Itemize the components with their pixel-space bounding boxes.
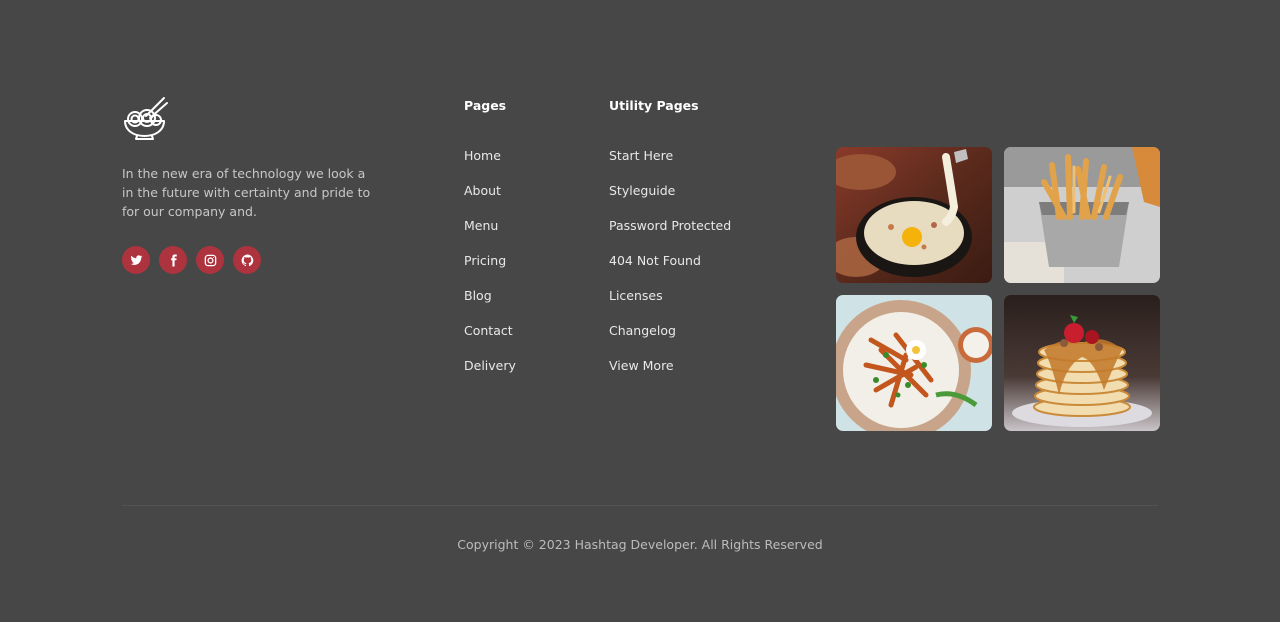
pages-heading: Pages — [464, 98, 507, 113]
instagram-icon — [204, 254, 216, 266]
utility-link-404[interactable]: 404 Not Found — [609, 251, 779, 286]
site-footer: In the new era of technology we look a i… — [0, 0, 1280, 622]
utility-pages-list: Start Here Styleguide Password Protected… — [609, 146, 779, 391]
sweet-potato-fries-plate-photo[interactable] — [836, 295, 992, 431]
food-gallery — [836, 147, 1160, 432]
instagram-button[interactable] — [196, 246, 224, 274]
utility-link-styleguide[interactable]: Styleguide — [609, 181, 779, 216]
github-icon — [241, 254, 253, 266]
twitter-button[interactable] — [122, 246, 150, 274]
brand-description: In the new era of technology we look a i… — [122, 166, 371, 219]
facebook-button[interactable] — [159, 246, 187, 274]
copyright-text: Copyright © 2023 Hashtag Developer. All … — [457, 537, 823, 552]
github-button[interactable] — [233, 246, 261, 274]
utility-link-password-protected[interactable]: Password Protected — [609, 216, 779, 251]
utility-link-start-here[interactable]: Start Here — [609, 146, 779, 181]
footer-divider — [122, 505, 1158, 506]
utility-link-licenses[interactable]: Licenses — [609, 286, 779, 321]
utility-link-view-more[interactable]: View More — [609, 356, 779, 391]
cheese-egg-bowl-photo[interactable] — [836, 147, 992, 283]
utility-pages-heading: Utility Pages — [609, 98, 699, 113]
utility-pages-nav: Utility Pages Start Here Styleguide Pass… — [609, 96, 731, 373]
facebook-icon — [170, 254, 177, 266]
utility-link-changelog[interactable]: Changelog — [609, 321, 779, 356]
noodle-bowl-logo-icon[interactable] — [122, 96, 168, 140]
pages-nav: Pages Home About Menu Pricing Blog Conta… — [464, 96, 516, 373]
french-fries-photo[interactable] — [1004, 147, 1160, 283]
pancake-stack-photo[interactable] — [1004, 295, 1160, 431]
social-links — [122, 246, 261, 274]
twitter-icon — [130, 254, 142, 265]
